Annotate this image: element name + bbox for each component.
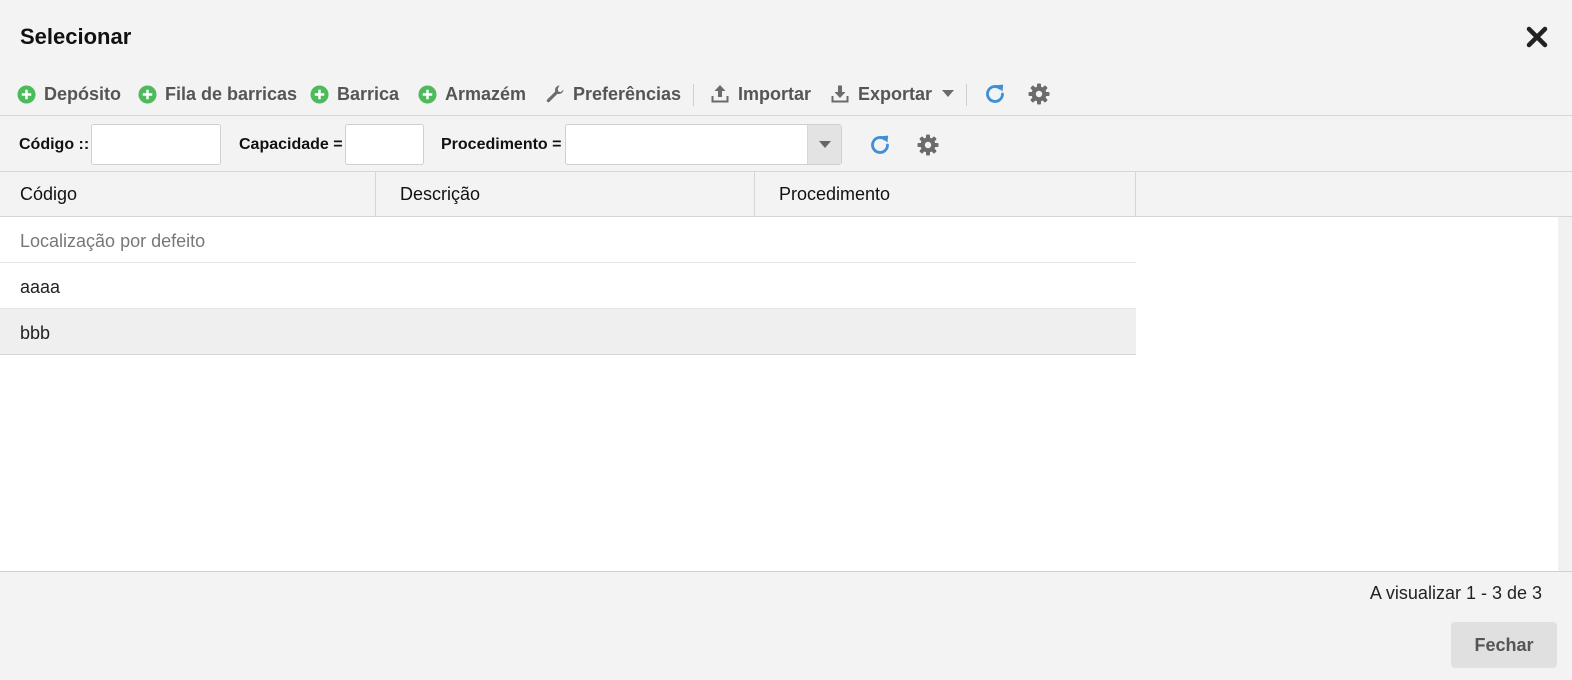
plus-circle-icon: [418, 84, 437, 104]
toolbar: Depósito Fila de barricas Barrica Armazé…: [0, 72, 1572, 116]
toolbar-divider: [966, 84, 967, 106]
plus-circle-icon: [310, 84, 329, 104]
refresh-icon[interactable]: [868, 133, 892, 157]
close-button[interactable]: Fechar: [1451, 622, 1557, 668]
row-code-cell: aaaa: [20, 277, 61, 297]
import-label: Importar: [738, 83, 812, 104]
toolbar-divider: [693, 84, 694, 106]
table-row[interactable]: aaaa: [0, 263, 1136, 309]
row-code-cell: bbb: [20, 323, 51, 343]
select-dialog: Selecionar Depósito Fila de barricas Bar…: [0, 0, 1572, 680]
add-barrel-label: Barrica: [337, 83, 400, 104]
filter-bar: Código :: Capacidade = Procedimento =: [0, 117, 1572, 172]
import-button[interactable]: Importar: [710, 82, 811, 106]
dialog-title: Selecionar: [20, 24, 132, 49]
plus-circle-icon: [138, 84, 157, 104]
chevron-down-icon: [818, 140, 831, 148]
capacity-filter-label: Capacidade =: [239, 136, 343, 153]
download-icon: [831, 85, 849, 103]
add-barrel-row-button[interactable]: Fila de barricas: [138, 82, 297, 106]
row-code-cell: Localização por defeito: [20, 231, 206, 251]
gear-icon[interactable]: [916, 133, 940, 157]
add-barrel-button[interactable]: Barrica: [310, 82, 399, 106]
procedure-dropdown-toggle[interactable]: [807, 125, 841, 164]
pagination-status: A visualizar 1 - 3 de 3: [1369, 583, 1542, 603]
grid-body: Localização por defeito aaaa bbb: [0, 217, 1572, 572]
wrench-icon: [546, 85, 564, 103]
code-filter-label: Código ::: [19, 136, 90, 153]
plus-circle-icon: [17, 84, 36, 104]
add-warehouse-label: Armazém: [445, 83, 527, 104]
code-filter-input[interactable]: [91, 124, 221, 165]
column-header-code[interactable]: Código: [0, 172, 376, 217]
chevron-down-icon: [942, 90, 955, 97]
add-deposit-button[interactable]: Depósito: [17, 82, 121, 106]
add-warehouse-button[interactable]: Armazém: [418, 82, 526, 106]
capacity-filter-input[interactable]: [345, 124, 424, 165]
procedure-filter-select[interactable]: [565, 124, 842, 165]
table-row[interactable]: Localização por defeito: [0, 217, 1136, 263]
add-barrel-row-label: Fila de barricas: [165, 83, 298, 104]
export-button[interactable]: Exportar: [830, 82, 955, 106]
add-deposit-label: Depósito: [44, 83, 122, 104]
procedure-filter-label: Procedimento =: [441, 136, 562, 153]
vertical-scrollbar[interactable]: [1558, 217, 1572, 571]
upload-icon: [711, 85, 729, 103]
preferences-button[interactable]: Preferências: [545, 82, 681, 106]
refresh-icon[interactable]: [983, 82, 1007, 106]
export-label: Exportar: [858, 83, 933, 104]
gear-icon[interactable]: [1027, 82, 1051, 106]
dialog-footer: A visualizar 1 - 3 de 3 Fechar: [0, 573, 1572, 680]
column-header-procedure[interactable]: Procedimento: [755, 172, 1136, 217]
close-icon[interactable]: [1524, 24, 1550, 50]
grid-header: Código Descrição Procedimento: [0, 172, 1572, 217]
preferences-label: Preferências: [573, 83, 682, 104]
table-row-selected[interactable]: bbb: [0, 309, 1136, 355]
column-header-description[interactable]: Descrição: [376, 172, 755, 217]
dialog-header: Selecionar: [0, 0, 1572, 72]
